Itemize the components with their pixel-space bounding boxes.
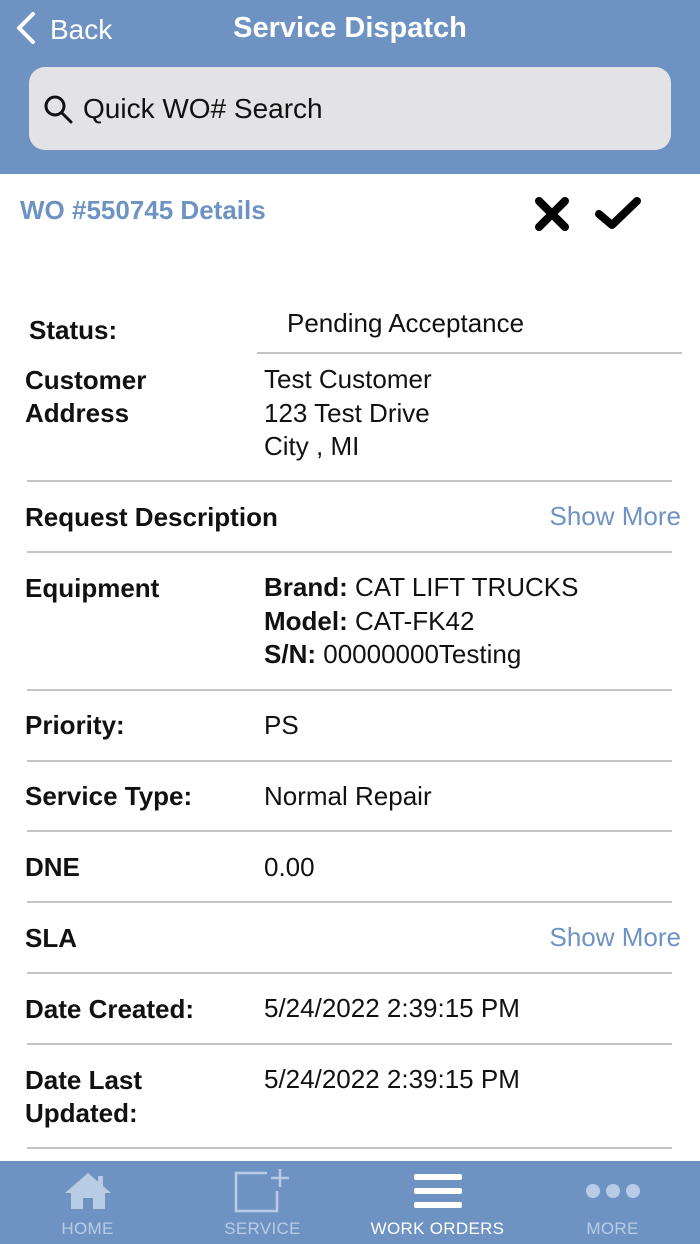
tab-home[interactable]: HOME bbox=[0, 1161, 175, 1244]
service-type-label: Service Type: bbox=[25, 781, 193, 811]
model-key: Model: bbox=[264, 605, 348, 636]
tab-service[interactable]: SERVICE bbox=[175, 1161, 350, 1244]
search-placeholder: Quick WO# Search bbox=[83, 92, 323, 124]
divider bbox=[27, 830, 672, 832]
divider bbox=[27, 1043, 672, 1045]
status-label: Status: bbox=[29, 315, 118, 345]
customer-street: 123 Test Drive bbox=[264, 397, 430, 428]
priority-value: PS bbox=[264, 710, 299, 740]
request-show-more-link[interactable]: Show More bbox=[550, 501, 682, 532]
priority-label: Priority: bbox=[25, 710, 125, 740]
date-last-updated-value: 5/24/2022 2:39:15 PM bbox=[264, 1064, 520, 1094]
divider bbox=[27, 551, 672, 553]
serial-value: 00000000Testing bbox=[323, 639, 522, 669]
divider bbox=[27, 901, 672, 903]
date-created-value: 5/24/2022 2:39:15 PM bbox=[264, 993, 520, 1023]
home-icon bbox=[64, 1173, 111, 1209]
date-updated-label-line-1: Date Last bbox=[25, 1065, 143, 1095]
more-dots-icon bbox=[585, 1184, 640, 1198]
date-created-label: Date Created: bbox=[25, 994, 195, 1024]
customer-label-line-1: Customer bbox=[25, 365, 147, 395]
tab-more[interactable]: MORE bbox=[525, 1161, 700, 1244]
tab-work-orders-label: WORK ORDERS bbox=[370, 1219, 505, 1238]
request-description-label: Request Description bbox=[25, 502, 278, 532]
serial-key: S/N: bbox=[264, 639, 316, 669]
divider bbox=[27, 689, 672, 691]
tab-home-label: HOME bbox=[61, 1219, 114, 1238]
dne-label: DNE bbox=[25, 852, 80, 882]
work-order-title: WO #550745 Details bbox=[20, 195, 266, 225]
tab-work-orders[interactable]: WORK ORDERS bbox=[350, 1161, 525, 1244]
divider bbox=[27, 760, 672, 762]
customer-address-label: Customer Address bbox=[25, 364, 146, 430]
sla-show-more-link[interactable]: Show More bbox=[550, 922, 682, 953]
reject-button[interactable] bbox=[532, 194, 572, 234]
customer-label-line-2: Address bbox=[25, 398, 130, 428]
divider bbox=[257, 352, 682, 354]
sla-label: SLA bbox=[25, 923, 77, 953]
menu-lines-icon bbox=[413, 1174, 462, 1208]
date-updated-label-line-2: Updated: bbox=[25, 1098, 138, 1128]
customer-city: City , MI bbox=[264, 431, 360, 461]
close-icon bbox=[535, 197, 569, 231]
date-last-updated-label: Date Last Updated: bbox=[25, 1064, 142, 1130]
brand-key: Brand: bbox=[264, 572, 348, 602]
equipment-serial: S/N: 00000000Testing bbox=[264, 638, 578, 672]
bottom-tab-bar: HOME SERVICE WORK ORDERS MORE bbox=[0, 1161, 700, 1244]
customer-address-value: Test Customer 123 Test Drive City , MI bbox=[264, 363, 432, 464]
quick-wo-search-input[interactable]: Quick WO# Search bbox=[29, 67, 671, 150]
service-type-value: Normal Repair bbox=[264, 781, 432, 811]
equipment-brand: Brand: CAT LIFT TRUCKS bbox=[264, 571, 578, 605]
tab-more-label: MORE bbox=[586, 1219, 639, 1238]
equipment-value: Brand: CAT LIFT TRUCKS Model: CAT-FK42 S… bbox=[264, 571, 578, 672]
dne-value: 0.00 bbox=[264, 852, 315, 882]
model-value: CAT-FK42 bbox=[355, 605, 475, 636]
customer-name: Test Customer bbox=[264, 364, 432, 394]
divider bbox=[27, 1147, 672, 1149]
divider bbox=[27, 480, 672, 482]
service-add-icon bbox=[234, 1169, 289, 1213]
equipment-model: Model: CAT-FK42 bbox=[264, 605, 578, 639]
checkmark-icon bbox=[595, 197, 641, 229]
status-value: Pending Acceptance bbox=[287, 308, 525, 338]
accept-button[interactable] bbox=[594, 194, 642, 234]
page-title: Service Dispatch bbox=[233, 12, 467, 44]
brand-value: CAT LIFT TRUCKS bbox=[355, 572, 579, 602]
divider bbox=[27, 972, 672, 974]
equipment-label: Equipment bbox=[25, 573, 160, 603]
header-bar: Back Service Dispatch Quick WO# Search bbox=[0, 0, 700, 174]
tab-service-label: SERVICE bbox=[224, 1219, 301, 1238]
search-icon bbox=[43, 94, 73, 124]
